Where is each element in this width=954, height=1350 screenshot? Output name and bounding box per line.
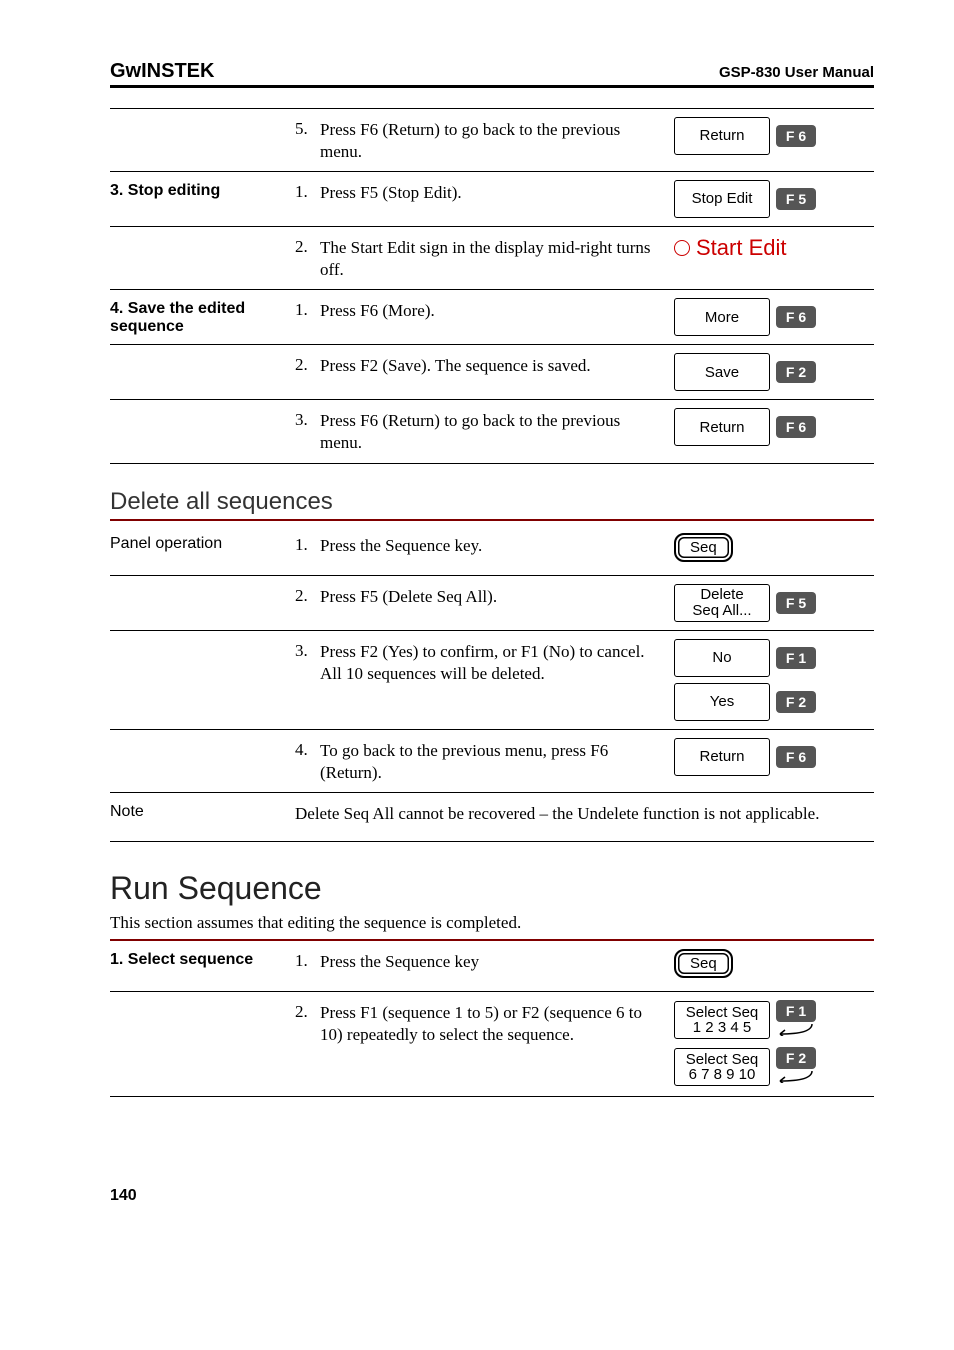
manual-title: GSP-830 User Manual (719, 64, 874, 81)
note-text: Delete Seq All cannot be recovered – the… (295, 801, 874, 825)
step-desc: Press F1 (sequence 1 to 5) or F2 (sequen… (320, 1000, 674, 1046)
hardkey-seq: Seq (674, 949, 733, 978)
step-num: 1. (295, 533, 320, 555)
step-desc: Press F2 (Yes) to confirm, or F1 (No) to… (320, 639, 674, 685)
step-row: 1. Select sequence 1. Press the Sequence… (110, 941, 874, 991)
cycle-arrow-icon (774, 1069, 814, 1083)
note-row: Note Delete Seq All cannot be recovered … (110, 792, 874, 842)
softkey-select-seq-1-5: Select Seq 1 2 3 4 5 F 1 (674, 1000, 816, 1041)
step-left (110, 353, 295, 355)
step-row: 5. Press F6 (Return) to go back to the p… (110, 108, 874, 171)
step-row: 2. The Start Edit sign in the display mi… (110, 226, 874, 289)
step-row: Panel operation 1. Press the Sequence ke… (110, 525, 874, 575)
step-num: 1. (295, 949, 320, 971)
start-edit-text: Start Edit (696, 235, 786, 261)
softkey-save: Save F 2 (674, 353, 816, 391)
softkey-label: Select Seq 6 7 8 9 10 (674, 1048, 770, 1086)
step-left: 4. Save the edited sequence (110, 298, 295, 336)
step-desc: Press F6 (Return) to go back to the prev… (320, 408, 674, 454)
softkey-no: No F 1 (674, 639, 816, 677)
fkey-f5: F 5 (776, 188, 816, 210)
heading-run-sequence: Run Sequence (110, 870, 874, 907)
step-num: 3. (295, 639, 320, 661)
step-num: 1. (295, 298, 320, 320)
step-desc: Press F5 (Stop Edit). (320, 180, 674, 204)
softkey-label: Select Seq 1 2 3 4 5 (674, 1001, 770, 1039)
hardkey-seq: Seq (674, 533, 733, 562)
step-left (110, 408, 295, 410)
step-num: 2. (295, 235, 320, 257)
fkey-f6: F 6 (776, 416, 816, 438)
step-left (110, 1000, 295, 1002)
step-row: 2. Press F5 (Delete Seq All). Delete Seq… (110, 575, 874, 630)
step-row: 4. Save the edited sequence 1. Press F6 … (110, 289, 874, 344)
step-desc: Press the Sequence key (320, 949, 674, 973)
note-label: Note (110, 801, 295, 821)
step-desc: To go back to the previous menu, press F… (320, 738, 674, 784)
step-desc: Press F6 (Return) to go back to the prev… (320, 117, 674, 163)
fkey-f6: F 6 (776, 306, 816, 328)
softkey-label: No (674, 639, 770, 677)
step-desc: Press F5 (Delete Seq All). (320, 584, 674, 608)
softkey-stop-edit: Stop Edit F 5 (674, 180, 816, 218)
fkey-f1: F 1 (776, 647, 816, 669)
step-desc: The Start Edit sign in the display mid-r… (320, 235, 674, 281)
step-row: 2. Press F1 (sequence 1 to 5) or F2 (seq… (110, 991, 874, 1097)
step-row: 3. Stop editing 1. Press F5 (Stop Edit).… (110, 171, 874, 226)
run-block: 1. Select sequence 1. Press the Sequence… (110, 939, 874, 1097)
fkey-f6: F 6 (776, 125, 816, 147)
fkey-f2: F 2 (776, 691, 816, 713)
fkey-f6: F 6 (776, 746, 816, 768)
softkey-yes: Yes F 2 (674, 683, 816, 721)
fkey-f5: F 5 (776, 592, 816, 614)
step-num: 2. (295, 1000, 320, 1022)
step-num: 2. (295, 584, 320, 606)
softkey-label: Return (674, 117, 770, 155)
step-left (110, 235, 295, 237)
led-off-icon (674, 240, 690, 256)
fkey-f1: F 1 (776, 1000, 816, 1022)
page-number: 140 (110, 1187, 874, 1205)
softkey-delete-seq-all: Delete Seq All... F 5 (674, 584, 816, 622)
delete-block: Panel operation 1. Press the Sequence ke… (110, 525, 874, 842)
softkey-more: More F 6 (674, 298, 816, 336)
step-num: 3. (295, 408, 320, 430)
procedure-block-1: 5. Press F6 (Return) to go back to the p… (110, 108, 874, 464)
step-row: 4. To go back to the previous menu, pres… (110, 729, 874, 792)
step-desc: Press F6 (More). (320, 298, 674, 322)
softkey-return: Return F 6 (674, 738, 816, 776)
step-desc: Press F2 (Save). The sequence is saved. (320, 353, 674, 377)
start-edit-indicator: Start Edit (674, 235, 786, 261)
step-row: 3. Press F6 (Return) to go back to the p… (110, 399, 874, 463)
softkey-return: Return F 6 (674, 117, 816, 155)
panel-operation-label: Panel operation (110, 533, 295, 553)
softkey-label: Save (674, 353, 770, 391)
step-num: 4. (295, 738, 320, 760)
softkey-label: Return (674, 408, 770, 446)
step-num: 5. (295, 117, 320, 139)
step-desc: Press the Sequence key. (320, 533, 674, 557)
softkey-label: More (674, 298, 770, 336)
fkey-f2: F 2 (776, 361, 816, 383)
softkey-label: Stop Edit (674, 180, 770, 218)
heading-delete-all: Delete all sequences (110, 488, 874, 521)
fkey-f2: F 2 (776, 1047, 816, 1069)
page-header: GᴡINSTEK GSP-830 User Manual (110, 60, 874, 88)
softkey-label: Yes (674, 683, 770, 721)
step-row: 2. Press F2 (Save). The sequence is save… (110, 344, 874, 399)
softkey-return: Return F 6 (674, 408, 816, 446)
brand-logo: GᴡINSTEK (110, 60, 214, 83)
cycle-arrow-icon (774, 1022, 814, 1036)
step-left: 3. Stop editing (110, 180, 295, 200)
step-left: 1. Select sequence (110, 949, 295, 969)
softkey-label: Delete Seq All... (674, 584, 770, 622)
step-left (110, 117, 295, 119)
step-num: 2. (295, 353, 320, 375)
softkey-label: Return (674, 738, 770, 776)
run-intro: This section assumes that editing the se… (110, 913, 874, 933)
softkey-select-seq-6-10: Select Seq 6 7 8 9 10 F 2 (674, 1047, 816, 1088)
step-num: 1. (295, 180, 320, 202)
step-row: 3. Press F2 (Yes) to confirm, or F1 (No)… (110, 630, 874, 729)
